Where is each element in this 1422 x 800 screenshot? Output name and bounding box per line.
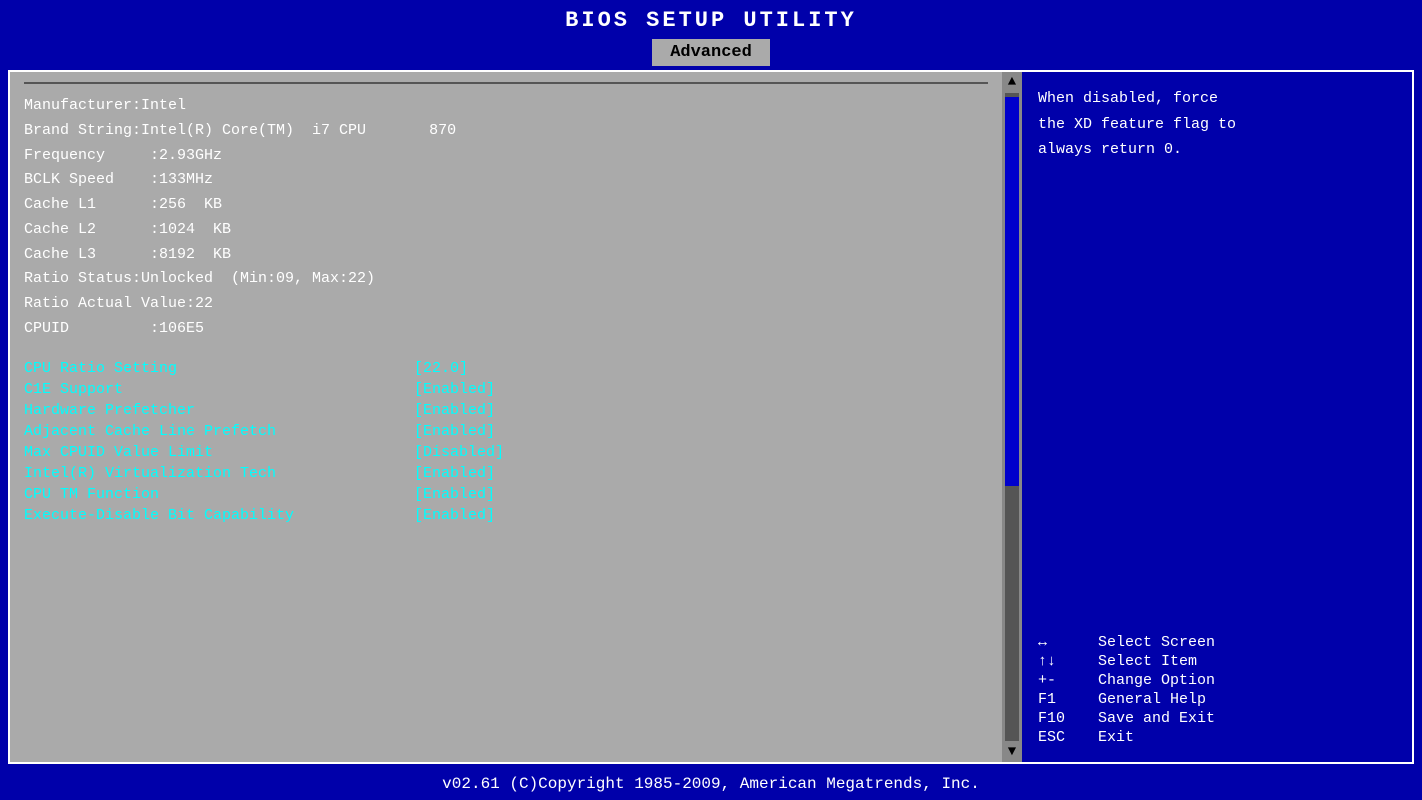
ratio-actual-line: Ratio Actual Value:22: [24, 292, 988, 317]
legend-key: F1: [1038, 691, 1098, 708]
legend-key: +-: [1038, 672, 1098, 689]
menu-item-value: [Enabled]: [414, 507, 495, 524]
tab-advanced[interactable]: Advanced: [652, 39, 770, 66]
ratio-status-line: Ratio Status:Unlocked (Min:09, Max:22): [24, 267, 988, 292]
menu-item-value: [Enabled]: [414, 381, 495, 398]
footer-bar: v02.61 (C)Copyright 1985-2009, American …: [0, 768, 1422, 800]
legend-desc: Exit: [1098, 729, 1134, 746]
menu-item[interactable]: Intel(R) Virtualization Tech[Enabled]: [24, 463, 988, 484]
menu-item[interactable]: CPU Ratio Setting [22.0]: [24, 358, 988, 379]
left-panel: Manufacturer:Intel Brand String:Intel(R)…: [10, 72, 1002, 762]
menu-item-value: [Enabled]: [414, 465, 495, 482]
scroll-thumb: [1005, 97, 1019, 486]
legend-desc: Save and Exit: [1098, 710, 1215, 727]
menu-item-value: [Enabled]: [414, 423, 495, 440]
menu-item-value: [Enabled]: [414, 402, 495, 419]
info-section: Manufacturer:Intel Brand String:Intel(R)…: [24, 94, 988, 342]
help-text: When disabled, force the XD feature flag…: [1038, 86, 1396, 163]
bclk-speed-line: BCLK Speed :133MHz: [24, 168, 988, 193]
legend-desc: Select Screen: [1098, 634, 1215, 651]
title-text: BIOS SETUP UTILITY: [565, 8, 857, 33]
scroll-track: [1005, 93, 1019, 741]
legend-desc: Change Option: [1098, 672, 1215, 689]
menu-item[interactable]: Hardware Prefetcher [Enabled]: [24, 400, 988, 421]
menu-section: CPU Ratio Setting [22.0]C1E Support [Ena…: [24, 358, 988, 526]
menu-item-label: CPU TM Function: [24, 486, 414, 503]
menu-item-value: [Enabled]: [414, 486, 495, 503]
legend-item: ↔ Select Screen: [1038, 634, 1396, 651]
menu-item-label: Hardware Prefetcher: [24, 402, 414, 419]
menu-item-label: Adjacent Cache Line Prefetch: [24, 423, 414, 440]
tab-bar: Advanced: [0, 39, 1422, 66]
menu-item-label: Intel(R) Virtualization Tech: [24, 465, 414, 482]
cache-l3-line: Cache L3 :8192 KB: [24, 243, 988, 268]
cache-l2-line: Cache L2 :1024 KB: [24, 218, 988, 243]
menu-item-label: Execute-Disable Bit Capability: [24, 507, 414, 524]
main-area: Manufacturer:Intel Brand String:Intel(R)…: [8, 70, 1414, 764]
legend-item: ESC Exit: [1038, 729, 1396, 746]
legend-item: ↑↓ Select Item: [1038, 653, 1396, 670]
scroll-down-arrow[interactable]: ▼: [1008, 744, 1016, 760]
menu-item-value: [Disabled]: [414, 444, 504, 461]
menu-item[interactable]: Adjacent Cache Line Prefetch[Enabled]: [24, 421, 988, 442]
frequency-line: Frequency :2.93GHz: [24, 144, 988, 169]
right-panel: When disabled, force the XD feature flag…: [1022, 72, 1412, 762]
legend-item: F1 General Help: [1038, 691, 1396, 708]
legend-item: F10 Save and Exit: [1038, 710, 1396, 727]
menu-item[interactable]: Max CPUID Value Limit [Disabled]: [24, 442, 988, 463]
legend-section: ↔ Select Screen↑↓ Select Item+- Change O…: [1038, 634, 1396, 748]
menu-item-label: Max CPUID Value Limit: [24, 444, 414, 461]
scrollbar: ▲ ▼: [1002, 72, 1022, 762]
scroll-up-arrow[interactable]: ▲: [1008, 74, 1016, 90]
footer-text: v02.61 (C)Copyright 1985-2009, American …: [442, 775, 980, 793]
manufacturer-line: Manufacturer:Intel: [24, 94, 988, 119]
legend-item: +- Change Option: [1038, 672, 1396, 689]
menu-item[interactable]: CPU TM Function [Enabled]: [24, 484, 988, 505]
legend-desc: Select Item: [1098, 653, 1197, 670]
cpuid-line: CPUID :106E5: [24, 317, 988, 342]
menu-item-label: CPU Ratio Setting: [24, 360, 414, 377]
title-bar: BIOS SETUP UTILITY: [0, 0, 1422, 39]
top-divider: [24, 82, 988, 84]
legend-key: ↔: [1038, 634, 1098, 651]
legend-key: ↑↓: [1038, 653, 1098, 670]
bios-window: BIOS SETUP UTILITY Advanced Manufacturer…: [0, 0, 1422, 800]
legend-key: ESC: [1038, 729, 1098, 746]
menu-item-value: [22.0]: [414, 360, 468, 377]
menu-item[interactable]: C1E Support [Enabled]: [24, 379, 988, 400]
cache-l1-line: Cache L1 :256 KB: [24, 193, 988, 218]
legend-desc: General Help: [1098, 691, 1206, 708]
legend-key: F10: [1038, 710, 1098, 727]
menu-item[interactable]: Execute-Disable Bit Capability[Enabled]: [24, 505, 988, 526]
menu-item-label: C1E Support: [24, 381, 414, 398]
brand-string-line: Brand String:Intel(R) Core(TM) i7 CPU 87…: [24, 119, 988, 144]
